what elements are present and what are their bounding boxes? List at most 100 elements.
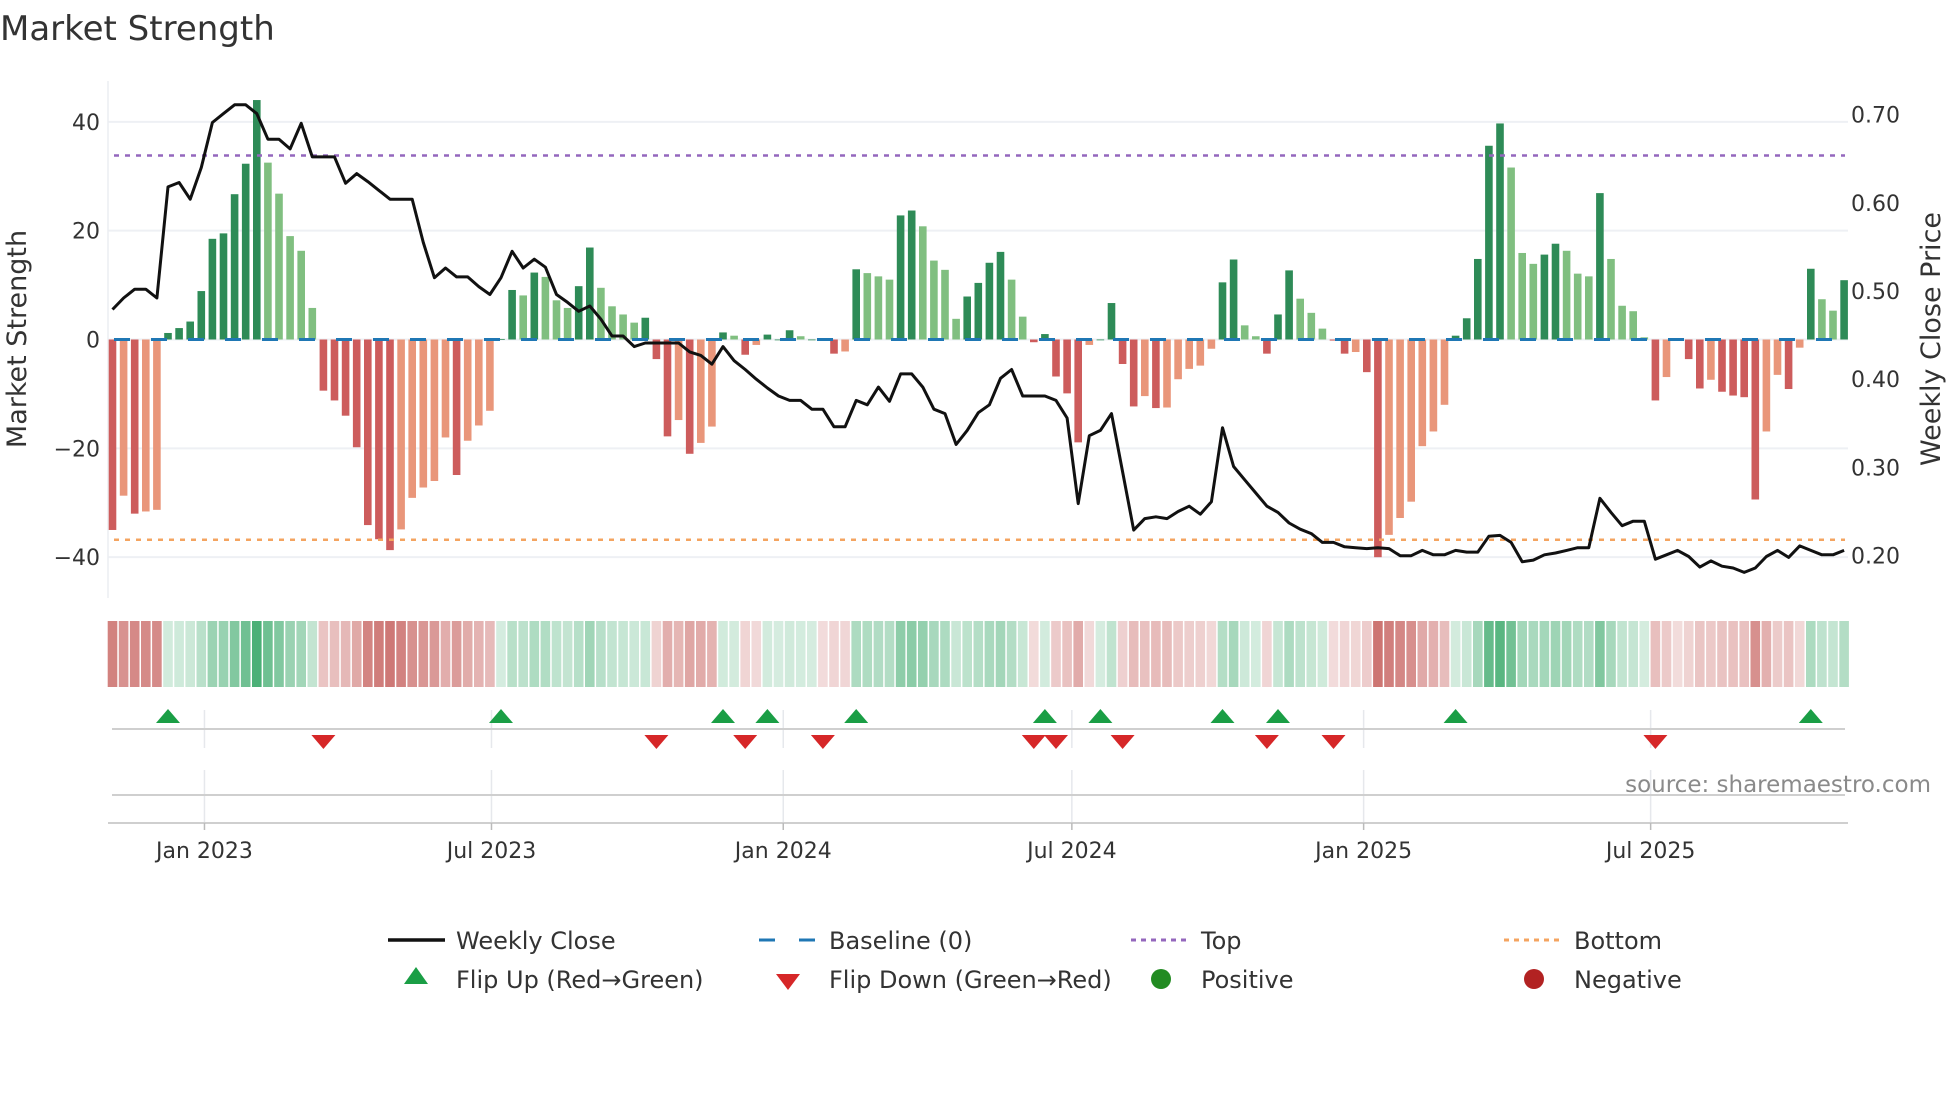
negative-strength-bar [419, 339, 428, 488]
negative-strength-bar [341, 339, 350, 416]
legend-item-weekly-close: Weekly Close [388, 927, 616, 955]
flip-down-marker [1254, 735, 1279, 749]
legend-item-flip-up: Flip Up (Red→Green) [404, 966, 704, 994]
flip-up-marker [489, 709, 513, 723]
flip-up-marker [755, 709, 780, 723]
positive-strength-bar [1274, 314, 1282, 340]
positive-strength-bar [1018, 316, 1027, 340]
positive-strength-bar [1474, 258, 1482, 340]
heat-cell-positive [1106, 621, 1117, 687]
positive-strength-bar [874, 276, 883, 340]
heat-cell-negative [1739, 621, 1749, 687]
negative-strength-bar [375, 339, 383, 540]
heat-cell-positive [518, 621, 528, 687]
heat-cell-positive [1595, 621, 1605, 687]
positive-strength-bar [241, 163, 250, 340]
heat-cell-negative [1328, 621, 1339, 687]
heat-cell-negative [1439, 621, 1450, 687]
heat-cell-positive [1828, 621, 1838, 687]
negative-strength-bar [1762, 339, 1771, 432]
heat-cell-positive [1506, 621, 1516, 687]
heat-cell-negative [707, 621, 717, 687]
heat-cell-positive [1806, 621, 1816, 687]
positive-strength-bar [996, 251, 1005, 340]
negative-strength-bar [319, 339, 328, 391]
heat-cell-positive [1317, 621, 1328, 687]
heat-cell-negative [1151, 621, 1161, 687]
heat-cell-negative [1650, 621, 1661, 687]
negative-strength-bar [1440, 339, 1449, 405]
positive-strength-bar [907, 210, 916, 340]
heat-cell-positive [1572, 621, 1583, 687]
heat-cell-negative [651, 621, 662, 687]
heat-cell-positive [1473, 621, 1483, 687]
heat-cell-positive [1273, 621, 1283, 687]
positive-strength-bar [1529, 263, 1538, 340]
positive-strength-bar [1840, 280, 1848, 340]
legend-item-flip-down: Flip Down (Green→Red) [776, 966, 1112, 994]
heat-cell-negative [1761, 621, 1772, 687]
heat-cell-negative [1140, 621, 1150, 687]
legend-label: Flip Down (Green→Red) [829, 966, 1112, 994]
positive-strength-bar [1229, 259, 1238, 340]
flip-up-marker [1443, 709, 1468, 723]
positive-strength-bar [175, 328, 183, 340]
positive-strength-bar [1551, 243, 1560, 340]
heat-cell-negative [1406, 621, 1416, 687]
heat-cell-negative [152, 621, 162, 687]
flip-down-marker [1643, 735, 1668, 749]
heat-cell-negative [385, 621, 395, 687]
negative-strength-bar [430, 339, 439, 481]
negative-strength-bar [330, 339, 339, 401]
heat-cell-positive [562, 621, 573, 687]
heat-cell-negative [1262, 621, 1272, 687]
positive-strength-bar [197, 291, 206, 340]
negative-strength-bar [1152, 339, 1160, 409]
positive-dot-icon [1151, 969, 1171, 989]
flip-down-marker [810, 735, 835, 749]
y2-tick-label: 0.40 [1851, 368, 1900, 393]
negative-strength-bar [142, 339, 150, 512]
heat-cell-negative [829, 621, 839, 687]
negative-strength-bar [408, 339, 416, 498]
flip-up-marker [711, 709, 735, 723]
positive-strength-bar [919, 226, 927, 340]
heat-cell-positive [263, 621, 273, 687]
heat-cell-positive [984, 621, 995, 687]
y-tick-label: 40 [72, 111, 100, 136]
positive-strength-bar [1507, 167, 1515, 340]
positive-strength-bar [1807, 268, 1815, 340]
legend-label: Positive [1201, 966, 1294, 994]
heat-cell-positive [973, 621, 984, 687]
negative-strength-bar [1129, 339, 1138, 407]
x-tick-label: Jul 2024 [1025, 839, 1117, 864]
negative-strength-bar [1707, 339, 1715, 380]
positive-strength-bar [1518, 252, 1526, 340]
positive-strength-bar [1485, 145, 1493, 340]
heat-cell-negative [440, 621, 451, 687]
y2-tick-label: 0.30 [1851, 456, 1900, 481]
heat-cell-negative [363, 621, 373, 687]
positive-strength-bar [1252, 336, 1260, 340]
y2-tick-label: 0.50 [1851, 280, 1900, 305]
positive-strength-bar [1540, 254, 1549, 340]
negative-strength-bar [1651, 339, 1660, 401]
strength-heat-strip [107, 621, 1849, 687]
negative-strength-bar [1718, 339, 1726, 392]
left-axis-title: Market Strength [2, 230, 33, 448]
positive-strength-bar [264, 162, 272, 340]
heat-cell-positive [229, 621, 240, 687]
heat-cell-positive [629, 621, 639, 687]
negative-strength-bar [1396, 339, 1404, 519]
heat-cell-negative [684, 621, 695, 687]
positive-strength-bar [1607, 258, 1615, 340]
positive-strength-bar [1618, 305, 1626, 340]
heat-cell-negative [141, 621, 151, 687]
positive-strength-bar [597, 287, 605, 340]
legend-label: Weekly Close [456, 927, 616, 955]
negative-strength-bar [108, 339, 117, 530]
negative-strength-bar [1740, 339, 1748, 398]
heat-cell-positive [585, 621, 595, 687]
heat-cell-negative [1128, 621, 1139, 687]
positive-strength-bar [763, 334, 772, 340]
